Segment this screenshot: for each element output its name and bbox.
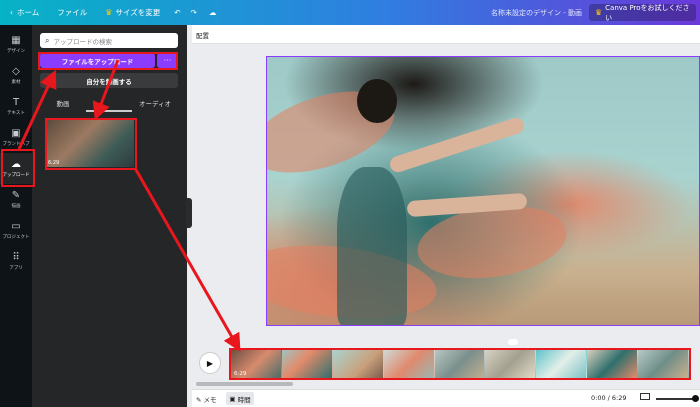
top-bar: ‹ ホーム ファイル ♛ サイズを変更 ↶ ↷ ☁ 名称未設定のデザイン - 動…	[0, 0, 700, 25]
crown-icon: ♛	[105, 8, 113, 17]
timer-icon: ▣	[229, 394, 236, 403]
sidebar-item-draw[interactable]: ✎ 描画	[0, 184, 32, 215]
sidebar-item-label: 素材	[11, 80, 21, 85]
sidebar-item-label: 描画	[11, 204, 21, 209]
sidebar-item-label: プロジェクト	[2, 235, 30, 240]
try-pro-label: Canva Proをお試しください	[605, 3, 690, 22]
brand-icon: ▣	[11, 128, 21, 139]
position-button[interactable]: 配置	[196, 30, 209, 40]
editor-toolbar: 配置	[192, 25, 700, 44]
bottom-bar: ✎ メモ ▣ 時間 0:00 / 6:29	[192, 389, 700, 407]
sidebar-item-label: アプリ	[9, 266, 23, 271]
timer-label: 時間	[237, 395, 251, 404]
play-button[interactable]: ▶	[199, 352, 221, 374]
sidebar-item-label: ブランドハブ	[2, 142, 30, 147]
timeline-handle[interactable]	[508, 339, 518, 345]
chevron-left-icon: ‹	[10, 8, 13, 17]
tab-selected[interactable]	[86, 98, 132, 112]
panel-collapse-handle[interactable]	[186, 198, 192, 228]
timeline-scrollbar[interactable]	[196, 382, 293, 386]
document-title[interactable]: 名称未設定のデザイン - 動画	[491, 8, 582, 18]
notes-icon: ✎	[196, 396, 202, 404]
highlight-upload-sidebar	[1, 149, 35, 187]
apps-icon: ⠿	[12, 252, 20, 263]
upload-panel: ⌕ アップロードの検索 ファイルをアップロード ··· 自分を録画する 動画 オ…	[32, 25, 187, 407]
canvas-head	[357, 79, 397, 123]
file-label: ファイル	[57, 8, 88, 17]
undo-button[interactable]: ↶	[174, 8, 180, 17]
zoom-slider[interactable]	[656, 398, 696, 400]
canvas-arm	[387, 115, 527, 175]
sidebar-item-design[interactable]: ▦ デザイン	[0, 29, 32, 60]
crown-icon: ♛	[595, 8, 603, 17]
text-icon: T	[12, 97, 20, 108]
sidebar-item-text[interactable]: T テキスト	[0, 91, 32, 122]
sidebar-item-label: デザイン	[7, 49, 25, 54]
notes-label: メモ	[203, 396, 217, 404]
home-button[interactable]: ‹ ホーム	[10, 7, 39, 18]
search-input[interactable]: ⌕ アップロードの検索	[40, 33, 178, 48]
search-icon: ⌕	[45, 35, 50, 45]
design-icon: ▦	[11, 35, 21, 46]
sidebar-item-apps[interactable]: ⠿ アプリ	[0, 246, 32, 277]
sidebar: ▦ デザイン ◇ 素材 T テキスト ▣ ブランドハブ ☁ アップロード ✎ 描…	[0, 25, 32, 407]
cloud-icon: ☁	[208, 8, 217, 17]
tab-videos[interactable]: 動画	[40, 98, 86, 112]
highlight-thumbnail	[45, 118, 137, 170]
sidebar-item-label: テキスト	[7, 111, 25, 116]
elements-icon: ◇	[12, 66, 20, 77]
video-canvas[interactable]	[266, 56, 700, 326]
media-tabs: 動画 オーディオ	[40, 98, 178, 112]
sidebar-item-elements[interactable]: ◇ 素材	[0, 60, 32, 91]
folder-icon: ▭	[11, 221, 21, 232]
highlight-upload-button	[38, 52, 178, 70]
play-icon: ▶	[206, 358, 214, 368]
record-yourself-button[interactable]: 自分を録画する	[40, 73, 178, 88]
resize-label: サイズを変更	[115, 8, 161, 17]
notes-button[interactable]: ✎ メモ	[196, 394, 217, 404]
resize-button[interactable]: ♛ サイズを変更	[105, 7, 160, 18]
timer-button[interactable]: ▣ 時間	[226, 392, 254, 405]
home-label: ホーム	[17, 8, 40, 17]
sidebar-item-projects[interactable]: ▭ プロジェクト	[0, 215, 32, 246]
tab-audio[interactable]: オーディオ	[132, 98, 178, 112]
canvas-figure	[337, 167, 407, 325]
file-menu[interactable]: ファイル	[57, 7, 87, 18]
try-pro-button[interactable]: ♛ Canva Proをお試しください	[589, 3, 696, 22]
highlight-timeline	[229, 348, 691, 380]
redo-button[interactable]: ↷	[191, 8, 197, 17]
screen-icon[interactable]	[640, 393, 650, 400]
playback-time: 0:00 / 6:29	[591, 394, 627, 402]
search-placeholder: アップロードの検索	[53, 37, 112, 46]
draw-icon: ✎	[11, 190, 21, 201]
zoom-slider-knob[interactable]	[692, 395, 699, 402]
